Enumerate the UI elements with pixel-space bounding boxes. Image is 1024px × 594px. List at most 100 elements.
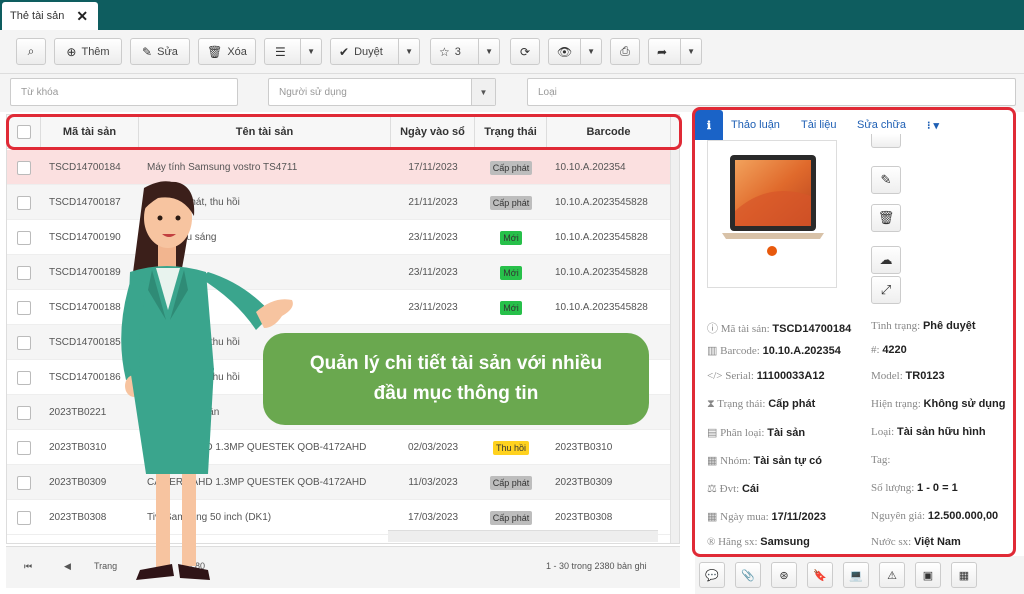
row-checkbox[interactable] xyxy=(17,265,31,280)
support-button[interactable]: ⊛ xyxy=(771,562,797,588)
keyword-input[interactable]: Từ khóa xyxy=(10,78,238,106)
cell-date: 17/11/2023 xyxy=(408,162,458,173)
upload-image-button[interactable]: ☁ xyxy=(871,246,901,274)
row-checkbox[interactable] xyxy=(17,230,31,245)
prev-page-icon[interactable]: ◀ xyxy=(64,561,71,572)
row-select-cell xyxy=(7,465,41,500)
expand-image-button[interactable]: ⤢ xyxy=(871,276,901,304)
field-tag: Tag: xyxy=(871,454,891,466)
chevron-down-icon[interactable]: ▼ xyxy=(580,39,601,64)
callout-line-2: đầu mục thông tin xyxy=(373,383,539,404)
calculator-button[interactable]: ▦ xyxy=(951,562,977,588)
column-header-status[interactable]: Trạng thái xyxy=(475,115,547,149)
id-icon: ⓘ xyxy=(707,323,721,335)
status-badge: Cấp phát xyxy=(489,195,533,210)
asset-detail-panel: ℹ Thảo luận Tài liệu Sửa chữa ⁝ ▾ ✎ 🗑 ☁ … xyxy=(695,108,1015,554)
column-header-code[interactable]: Mã tài sản xyxy=(41,115,139,149)
edit-image-button[interactable]: ✎ xyxy=(871,166,901,194)
trash-icon: 🗑 xyxy=(877,210,895,225)
star-button[interactable]: ☆ 3 ▼ xyxy=(430,38,500,65)
printer-icon: ⎙ xyxy=(620,44,630,58)
more-options-icon[interactable]: ⁝ ▾ xyxy=(927,119,939,132)
cell-status: Cấp phát xyxy=(475,465,547,500)
row-checkbox[interactable] xyxy=(17,160,31,175)
bookmark-button[interactable]: 🔖 xyxy=(807,562,833,588)
cell-status: Cấp phát xyxy=(475,150,547,185)
row-checkbox[interactable] xyxy=(17,335,31,350)
chevron-down-icon[interactable]: ▼ xyxy=(300,39,321,64)
user-select[interactable]: Người sử dụng ▼ xyxy=(268,78,496,106)
status-badge: Mới xyxy=(500,300,522,315)
field-code: ⓘ Mã tài sản: TSCD14700184 xyxy=(707,323,852,335)
binoculars-button[interactable]: ⌕ xyxy=(16,38,46,65)
column-header-name[interactable]: Tên tài sản xyxy=(139,115,391,149)
warning-button[interactable]: ⚠ xyxy=(879,562,905,588)
select-all-checkbox[interactable] xyxy=(16,125,31,139)
cell-barcode: 10.10.A.2023545828 xyxy=(555,232,648,243)
chevron-down-icon[interactable]: ▼ xyxy=(471,79,495,105)
tab-asset-card[interactable]: Thẻ tài sản ✕ xyxy=(2,2,98,30)
vertical-scrollbar[interactable] xyxy=(670,150,679,543)
column-header-barcode[interactable]: Barcode xyxy=(547,115,671,149)
row-checkbox[interactable] xyxy=(17,195,31,210)
row-checkbox[interactable] xyxy=(17,440,31,455)
status-badge: Mới xyxy=(500,230,522,245)
star-count: 3 xyxy=(454,45,461,58)
list-icon: ☰ xyxy=(275,44,286,59)
cell-date: 11/03/2023 xyxy=(408,477,458,488)
tab-repair[interactable]: Sửa chữa xyxy=(857,119,906,131)
menu-button[interactable]: ☰ ▼ xyxy=(264,38,322,65)
close-icon[interactable]: ✕ xyxy=(76,8,88,25)
status-badge: Cấp phát xyxy=(489,160,533,175)
panel-bottom-toolbar: 💬 📎 ⊛ 🔖 💻 ⚠ ▣ ▦ xyxy=(695,556,1024,594)
attach-button[interactable]: 📎 xyxy=(735,562,761,588)
approve-button[interactable]: ✔ Duyệt ▼ xyxy=(330,38,420,65)
print-button[interactable]: ⎙ xyxy=(610,38,640,65)
column-header-date[interactable]: Ngày vào sổ xyxy=(391,115,475,149)
calendar-icon: ▦ xyxy=(707,511,721,523)
laptop-icon: 💻 xyxy=(849,569,863,582)
field-status: ⧗ Trạng thái: Cấp phát xyxy=(707,398,816,410)
callout-line-1: Quản lý chi tiết tài sản với nhiều xyxy=(309,353,603,374)
tab-documents[interactable]: Tài liệu xyxy=(801,119,836,131)
horizontal-scrollbar[interactable] xyxy=(388,530,658,542)
hourglass-icon: ⧗ xyxy=(707,398,718,410)
chevron-down-icon[interactable]: ▼ xyxy=(478,39,499,64)
comment-button[interactable]: 💬 xyxy=(699,562,725,588)
approve-label: Duyệt xyxy=(354,45,383,58)
row-checkbox[interactable] xyxy=(17,405,31,420)
device-button[interactable]: 💻 xyxy=(843,562,869,588)
type-input[interactable]: Loại xyxy=(527,78,1016,106)
cell-barcode: 2023TB0309 xyxy=(555,477,613,488)
row-checkbox[interactable] xyxy=(17,370,31,385)
view-button[interactable]: 👁 ▼ xyxy=(548,38,602,65)
delete-image-button[interactable]: 🗑 xyxy=(871,204,901,232)
row-select-cell xyxy=(7,150,41,185)
add-button[interactable]: ⊕ Thêm xyxy=(54,38,122,65)
share-button[interactable]: ➦ ▼ xyxy=(648,38,702,65)
type-placeholder: Loại xyxy=(538,86,557,98)
edit-button[interactable]: ✎ Sửa xyxy=(130,38,190,65)
row-checkbox[interactable] xyxy=(17,300,31,315)
registered-icon: ® xyxy=(707,536,719,548)
row-checkbox[interactable] xyxy=(17,475,31,490)
tab-discussion[interactable]: Thảo luận xyxy=(731,119,780,131)
row-select-cell xyxy=(7,325,41,360)
field-number: #: 4220 xyxy=(871,344,907,356)
status-badge: Cấp phát xyxy=(489,510,533,525)
row-select-cell xyxy=(7,255,41,290)
top-action-button[interactable] xyxy=(871,134,901,148)
barcode-icon: ▥ xyxy=(707,345,721,357)
field-price: Nguyên giá: 12.500.000,00 xyxy=(871,510,999,522)
chevron-down-icon[interactable]: ▼ xyxy=(398,39,419,64)
chevron-down-icon[interactable]: ▼ xyxy=(680,39,701,64)
row-checkbox[interactable] xyxy=(17,510,31,525)
first-page-icon[interactable]: ⏮ xyxy=(24,561,32,572)
record-summary: 1 - 30 trong 2380 bản ghi xyxy=(546,561,647,571)
group-icon: ▦ xyxy=(707,455,721,467)
report-button[interactable]: ▣ xyxy=(915,562,941,588)
add-label: Thêm xyxy=(81,45,110,58)
delete-button[interactable]: 🗑 Xóa xyxy=(198,38,256,65)
refresh-button[interactable]: ⟳ xyxy=(510,38,540,65)
cell-date: 23/11/2023 xyxy=(408,302,458,313)
